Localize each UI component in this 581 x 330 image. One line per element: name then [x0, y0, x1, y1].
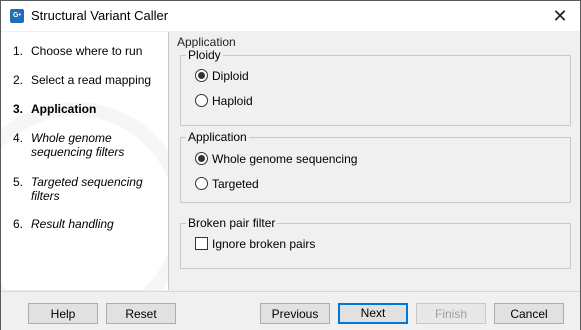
step-number: 6. [13, 217, 24, 231]
step-label: Choose where to run [31, 44, 143, 58]
radio-haploid[interactable]: Haploid [195, 93, 253, 109]
radio-targeted[interactable]: Targeted [195, 176, 259, 192]
checkbox-label: Ignore broken pairs [212, 237, 316, 251]
content-panel: Application Ploidy Diploid Haploid Appli… [172, 32, 578, 290]
checkbox-indicator[interactable] [195, 237, 208, 250]
wizard-steps-panel: 1. Choose where to run 2. Select a read ma… [1, 32, 169, 290]
step-wgs-filters[interactable]: 4. Whole genome sequencing filters [13, 131, 163, 159]
step-number: 1. [13, 44, 24, 58]
radio-indicator[interactable] [195, 94, 208, 107]
broken-pair-group: Broken pair filter Ignore broken pairs [180, 216, 571, 269]
radio-whole-genome[interactable]: Whole genome sequencing [195, 151, 357, 167]
radio-label: Whole genome sequencing [212, 152, 358, 166]
previous-button[interactable]: Previous [260, 303, 330, 324]
radio-label: Haploid [212, 94, 253, 108]
step-label: Whole genome sequencing filters [31, 131, 125, 159]
button-bar: Help Reset Previous Next Finish Cancel [1, 291, 580, 330]
ignore-broken-pairs-checkbox[interactable]: Ignore broken pairs [195, 236, 315, 252]
application-group: Application Whole genome sequencing Targ… [180, 130, 571, 203]
step-targeted-filters[interactable]: 5. Targeted sequencing filters [13, 175, 163, 203]
radio-label: Targeted [212, 177, 259, 191]
dialog-window: G• Structural Variant Caller ✕ 1. Choose … [0, 0, 581, 330]
app-icon: G• [10, 9, 24, 23]
step-label: Targeted sequencing filters [31, 175, 143, 203]
finish-button[interactable]: Finish [416, 303, 486, 324]
section-title: Application [177, 35, 236, 49]
help-button[interactable]: Help [28, 303, 98, 324]
radio-indicator-selected[interactable] [195, 69, 208, 82]
cancel-button[interactable]: Cancel [494, 303, 564, 324]
broken-pair-legend: Broken pair filter [186, 216, 278, 230]
step-number: 4. [13, 131, 24, 145]
radio-indicator-selected[interactable] [195, 152, 208, 165]
radio-diploid[interactable]: Diploid [195, 68, 249, 84]
next-button[interactable]: Next [338, 303, 408, 324]
step-number: 2. [13, 73, 24, 87]
step-label: Application [31, 102, 97, 116]
step-number: 3. [13, 102, 24, 116]
radio-label: Diploid [212, 69, 249, 83]
title-bar: G• Structural Variant Caller ✕ [1, 1, 580, 31]
application-legend: Application [186, 130, 249, 144]
window-title: Structural Variant Caller [31, 8, 169, 23]
step-application[interactable]: 3. Application [13, 102, 163, 116]
close-icon[interactable]: ✕ [544, 2, 576, 30]
step-select-read-mapping[interactable]: 2. Select a read mapping [13, 73, 163, 87]
step-number: 5. [13, 175, 24, 189]
ploidy-group: Ploidy Diploid Haploid [180, 48, 571, 126]
ploidy-legend: Ploidy [186, 48, 223, 62]
step-label: Result handling [31, 217, 114, 231]
step-choose-where-to-run[interactable]: 1. Choose where to run [13, 44, 163, 58]
radio-indicator[interactable] [195, 177, 208, 190]
step-result-handling[interactable]: 6. Result handling [13, 217, 163, 231]
step-label: Select a read mapping [31, 73, 152, 87]
reset-button[interactable]: Reset [106, 303, 176, 324]
